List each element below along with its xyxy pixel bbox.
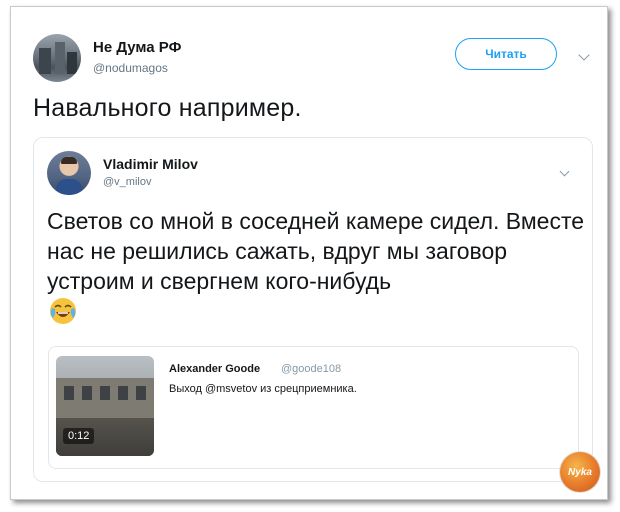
- quoted-tweet[interactable]: Vladimir Milov @v_milov Светов со мной в…: [33, 137, 593, 482]
- face-with-tears-of-joy-emoji: [50, 298, 76, 324]
- chevron-down-icon[interactable]: [559, 166, 570, 177]
- video-thumbnail[interactable]: 0:12: [56, 356, 154, 456]
- video-card[interactable]: 0:12 Alexander Goode @goode108 Выход @ms…: [48, 346, 579, 469]
- tweet-screenshot-frame: Не Дума РФ @nodumagos Читать Навального …: [10, 6, 608, 500]
- card-author-name[interactable]: Alexander Goode: [169, 363, 260, 375]
- card-text: Выход @msvetov из срецприемника.: [169, 383, 357, 395]
- quoted-author-avatar[interactable]: [47, 151, 91, 195]
- watermark-logo: Nyka: [560, 452, 600, 492]
- author-name[interactable]: Не Дума РФ: [93, 39, 181, 56]
- author-avatar[interactable]: [33, 34, 81, 82]
- video-duration: 0:12: [63, 428, 95, 444]
- tweet-text: Навального например.: [33, 94, 302, 122]
- card-author-handle[interactable]: @goode108: [281, 363, 341, 375]
- author-handle[interactable]: @nodumagos: [93, 61, 168, 75]
- chevron-down-icon[interactable]: [578, 49, 590, 61]
- quoted-tweet-text: Светов со мной в соседней камере сидел. …: [47, 208, 585, 294]
- follow-button[interactable]: Читать: [455, 38, 557, 70]
- quoted-author-name[interactable]: Vladimir Milov: [103, 156, 198, 172]
- quoted-author-handle[interactable]: @v_milov: [103, 176, 151, 188]
